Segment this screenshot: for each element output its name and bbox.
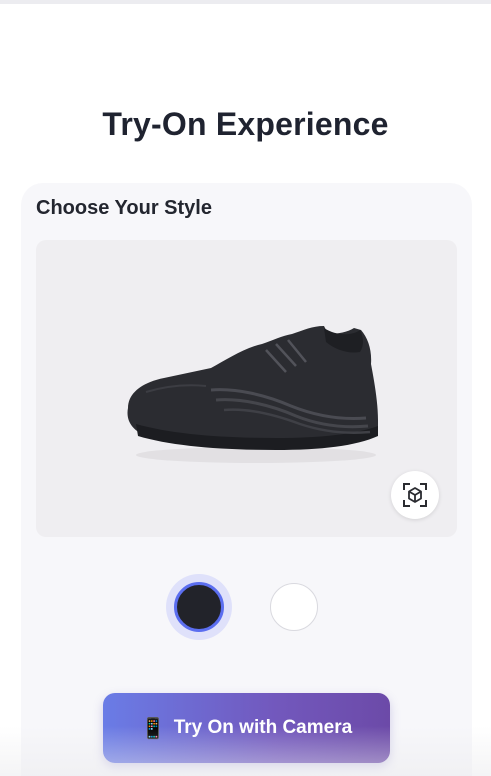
shoe-image <box>127 326 378 463</box>
style-card: Choose Your Style <box>21 183 472 776</box>
phone-icon: 📱 <box>140 717 166 740</box>
product-viewer[interactable] <box>36 240 457 537</box>
swatch-black-selected[interactable] <box>166 574 232 640</box>
swatch-black[interactable] <box>174 582 224 632</box>
try-on-page: Try-On Experience Choose Your Style 📱 Tr… <box>0 0 491 776</box>
ar-view-button[interactable] <box>391 471 439 519</box>
section-title: Choose Your Style <box>36 197 212 219</box>
top-divider <box>0 0 491 4</box>
try-on-camera-button[interactable]: 📱 Try On with Camera <box>103 693 390 763</box>
camera-button-label: Try On with Camera <box>173 717 353 738</box>
page-title: Try-On Experience <box>102 106 389 142</box>
swatch-white[interactable] <box>270 583 318 631</box>
3d-cube-scan-icon <box>403 483 427 507</box>
